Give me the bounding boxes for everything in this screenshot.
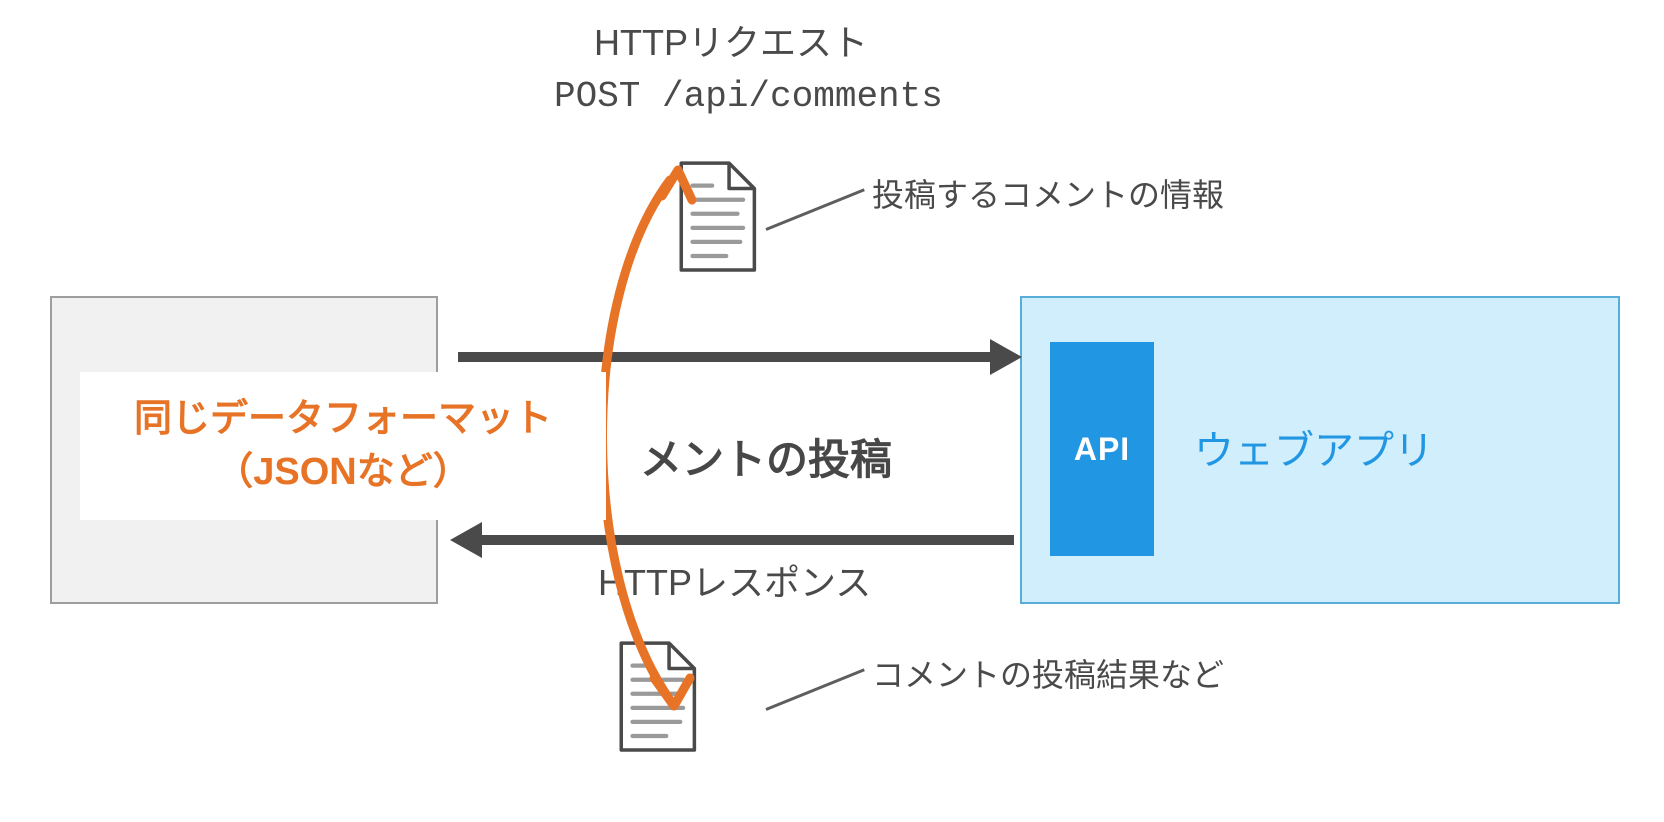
response-result-annotation: コメントの投稿結果など bbox=[872, 650, 1224, 696]
api-badge: API bbox=[1050, 342, 1154, 556]
same-format-callout: 同じデータフォーマット （JSONなど） bbox=[80, 372, 606, 520]
arrow-request bbox=[458, 352, 992, 362]
request-document-icon bbox=[670, 160, 760, 276]
arrow-request-head-icon bbox=[990, 339, 1022, 375]
leader-line-icon bbox=[765, 188, 864, 230]
leader-line-icon bbox=[765, 668, 864, 710]
response-document-icon bbox=[610, 640, 700, 756]
webapp-label: ウェブアプリ bbox=[1194, 418, 1434, 476]
request-payload-annotation: 投稿するコメントの情報 bbox=[872, 170, 1224, 216]
http-endpoint-label: POST /api/comments bbox=[554, 76, 943, 117]
callout-line2: （JSONなど） bbox=[215, 446, 470, 499]
http-request-label: HTTPリクエスト bbox=[594, 14, 868, 66]
action-label: メントの投稿 bbox=[640, 426, 892, 487]
http-response-label: HTTPレスポンス bbox=[598, 554, 871, 606]
arrow-response-head-icon bbox=[450, 522, 482, 558]
arrow-response bbox=[480, 535, 1014, 545]
callout-line1: 同じデータフォーマット bbox=[134, 393, 552, 446]
webapp-box: API ウェブアプリ bbox=[1020, 296, 1620, 604]
